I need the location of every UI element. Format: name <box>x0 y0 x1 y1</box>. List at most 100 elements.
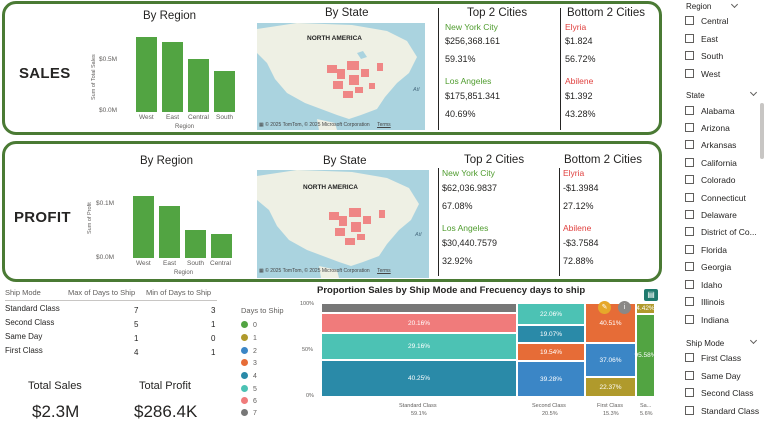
sales-top-city-2: Los Angeles <box>445 76 492 86</box>
sales-bar-west[interactable] <box>136 37 157 112</box>
checkbox[interactable] <box>685 69 694 78</box>
checkbox[interactable] <box>685 406 694 415</box>
mekko-sec-5[interactable]: 22.06% <box>517 303 585 325</box>
mekko-sec-4[interactable]: 19.07% <box>517 325 585 343</box>
checkbox[interactable] <box>685 193 694 202</box>
checkbox[interactable] <box>685 353 694 362</box>
state-option[interactable]: Indiana <box>685 314 729 326</box>
state-option[interactable]: California <box>685 157 737 169</box>
sales-map-terms[interactable]: Terms <box>377 122 391 128</box>
mekko-sec-2[interactable]: 39.28% <box>517 361 585 397</box>
legend-item-3[interactable]: 3 <box>241 359 257 367</box>
legend-item-2[interactable]: 2 <box>241 347 257 355</box>
chevron-down-icon[interactable] <box>749 88 758 97</box>
state-option[interactable]: District of Co... <box>685 226 757 238</box>
sales-bar-south[interactable] <box>214 71 235 112</box>
state-option[interactable]: Colorado <box>685 174 736 186</box>
chevron-down-icon[interactable] <box>749 336 758 345</box>
legend-item-0[interactable]: 0 <box>241 321 257 329</box>
chevron-down-icon[interactable] <box>730 0 739 9</box>
sales-map-credit-text: © 2025 TomTom, © 2025 Microsoft Corporat… <box>265 122 370 128</box>
region-option-south[interactable]: South <box>685 50 723 62</box>
checkbox[interactable] <box>685 297 694 306</box>
region-option-east[interactable]: East <box>685 33 718 45</box>
checkbox[interactable] <box>685 280 694 289</box>
ship-mode-option[interactable]: Standard Class <box>685 405 759 417</box>
profit-title: PROFIT <box>14 209 71 226</box>
mekko-std-4[interactable]: 40.25% <box>321 360 517 397</box>
legend-item-7[interactable]: 7 <box>241 409 257 417</box>
mekko-std-5[interactable]: 29.16% <box>321 333 517 360</box>
checkbox[interactable] <box>685 388 694 397</box>
table-cell-ship-mode: First Class <box>5 346 43 355</box>
mekko-same-0[interactable]: 95.58% <box>634 314 657 397</box>
checkbox[interactable] <box>685 175 694 184</box>
legend-item-1[interactable]: 1 <box>241 334 257 342</box>
checkbox[interactable] <box>685 262 694 271</box>
checkbox[interactable] <box>685 371 694 380</box>
ship-mode-option[interactable]: First Class <box>685 352 741 364</box>
table-header-ship-mode[interactable]: Ship Mode <box>5 288 41 297</box>
mekko-same-1[interactable]: 4.42% <box>636 303 655 314</box>
sales-state-map[interactable]: NORTH AMERICA Atl ▦ © 2025 TomTom, © 202… <box>257 23 425 130</box>
profit-bottom-city-1-value: -$1.3984 <box>563 183 599 193</box>
region-option-central[interactable]: Central <box>685 15 728 27</box>
state-option[interactable]: Illinois <box>685 296 725 308</box>
legend-item-5[interactable]: 5 <box>241 385 257 393</box>
profit-top-city-1-value: $62,036.9837 <box>442 183 498 193</box>
state-option[interactable]: Delaware <box>685 209 737 221</box>
table-cell-max: 7 <box>134 306 139 315</box>
profit-bottom-divider <box>559 168 560 276</box>
state-option[interactable]: Connecticut <box>685 192 746 204</box>
legend-item-4[interactable]: 4 <box>241 372 257 380</box>
profit-map-terms[interactable]: Terms <box>377 268 391 274</box>
checkbox[interactable] <box>685 210 694 219</box>
mekko-std-7[interactable] <box>321 303 517 313</box>
profit-bottom-city-1-pct: 27.12% <box>563 201 594 211</box>
edit-icon[interactable]: ✎ <box>598 301 611 314</box>
legend-dot <box>241 334 248 341</box>
sales-bar-central[interactable] <box>188 59 209 112</box>
mekko-sec-3[interactable]: 19.54% <box>517 343 585 361</box>
checkbox[interactable] <box>685 158 694 167</box>
checkbox[interactable] <box>685 140 694 149</box>
state-option[interactable]: Georgia <box>685 261 731 273</box>
profit-bar-central[interactable] <box>211 234 232 258</box>
checkbox[interactable] <box>685 106 694 115</box>
profit-top-city-1-pct: 67.08% <box>442 201 473 211</box>
state-option[interactable]: Idaho <box>685 279 722 291</box>
mekko-first-1[interactable]: 22.37% <box>585 377 636 397</box>
checkbox[interactable] <box>685 123 694 132</box>
table-header-max-days[interactable]: Max of Days to Ship <box>68 288 135 297</box>
checkbox[interactable] <box>685 245 694 254</box>
mekko-first-2[interactable]: 37.06% <box>585 343 636 377</box>
profit-state-map[interactable]: NORTH AMERICA Atl ▦ © 2025 TomTom, © 202… <box>257 170 429 278</box>
sales-bar-east[interactable] <box>162 42 183 112</box>
profit-bar-east[interactable] <box>159 206 180 258</box>
sales-title: SALES <box>19 65 71 82</box>
mekko-x-second-share: 20.5% <box>542 411 558 417</box>
ship-mode-option[interactable]: Second Class <box>685 387 753 399</box>
mekko-std-6[interactable]: 20.16% <box>321 313 517 333</box>
sales-bottom2-title: Bottom 2 Cities <box>567 7 645 19</box>
checkbox[interactable] <box>685 16 694 25</box>
state-option[interactable]: Arizona <box>685 122 730 134</box>
checkbox[interactable] <box>685 34 694 43</box>
table-header-rule <box>5 300 217 301</box>
profit-bar-south[interactable] <box>185 230 206 258</box>
profit-bar-west[interactable] <box>133 196 154 258</box>
focus-mode-icon[interactable]: ▤ <box>644 289 658 301</box>
info-icon[interactable]: i <box>618 301 631 314</box>
legend-dot <box>241 359 248 366</box>
state-option[interactable]: Arkansas <box>685 139 736 151</box>
checkbox[interactable] <box>685 315 694 324</box>
table-header-min-days[interactable]: Min of Days to Ship <box>146 288 211 297</box>
checkbox[interactable] <box>685 51 694 60</box>
state-scrollbar[interactable] <box>760 103 764 159</box>
ship-mode-option[interactable]: Same Day <box>685 370 741 382</box>
region-option-west[interactable]: West <box>685 68 720 80</box>
state-option[interactable]: Alabama <box>685 105 735 117</box>
legend-item-6[interactable]: 6 <box>241 397 257 405</box>
state-option[interactable]: Florida <box>685 244 727 256</box>
checkbox[interactable] <box>685 227 694 236</box>
